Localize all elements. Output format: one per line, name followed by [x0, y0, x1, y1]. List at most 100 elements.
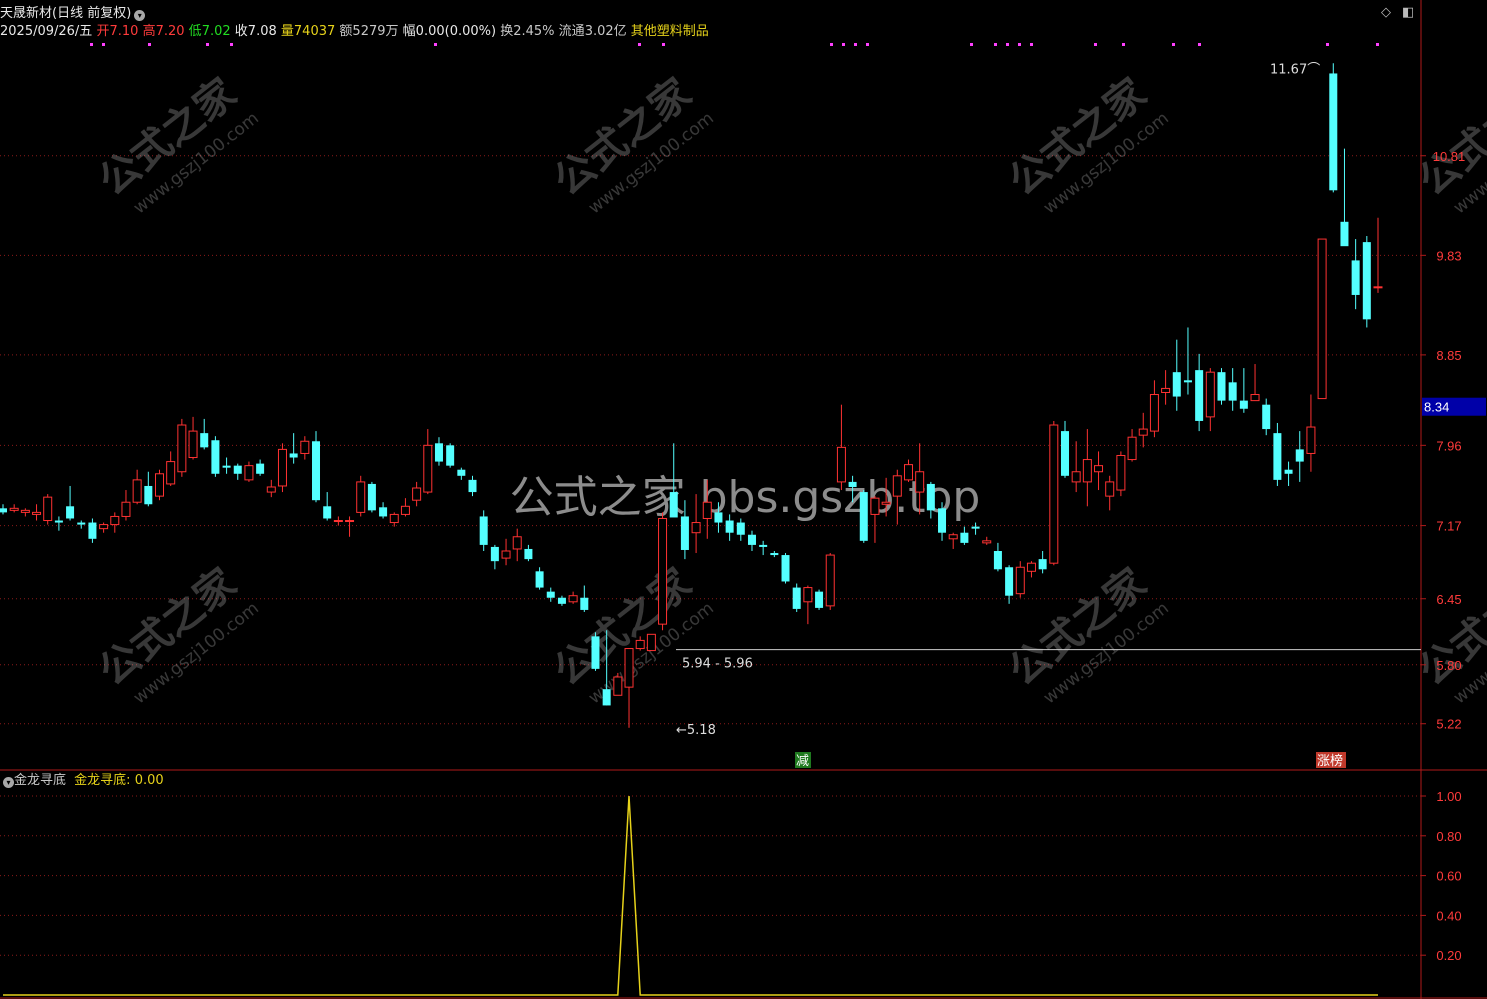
candle-body-up: [1015, 566, 1025, 595]
candle-body-down: [714, 512, 723, 523]
signal-dot: [102, 43, 105, 46]
indicator-tick-label: 0.40: [1436, 908, 1461, 923]
candle-body-up: [9, 507, 19, 511]
candle-body-up: [825, 554, 835, 607]
current-price-label: 8.34: [1424, 400, 1449, 415]
candle-body-down: [669, 492, 678, 518]
candle-body-up: [646, 633, 656, 652]
candle-body-down: [815, 591, 824, 608]
candle-body-down: [1005, 567, 1014, 596]
signal-dot: [90, 43, 93, 46]
candle-body-up: [1127, 436, 1137, 461]
price-tick-label: 8.85: [1436, 348, 1461, 363]
candle-body-down: [1351, 260, 1360, 295]
candle-body-down: [770, 553, 779, 556]
candle-body-up: [1026, 562, 1036, 572]
candle-body-up: [1071, 471, 1081, 483]
watermark: 公式之家www.gszj100.com: [91, 560, 263, 708]
watermark: 公式之家www.gszj100.com: [1411, 70, 1487, 218]
candle-body-up: [412, 487, 422, 501]
candle-body-down: [1295, 449, 1304, 462]
indicator-tick-label: 0.80: [1436, 829, 1461, 844]
candle-body-down: [1262, 404, 1271, 430]
candle-body-up: [1317, 238, 1327, 400]
candle-body-down: [859, 492, 868, 541]
candle-body-up: [892, 475, 902, 497]
price-tick-label: 5.22: [1436, 717, 1461, 732]
candle-body-up: [1373, 286, 1383, 289]
signal-dot: [230, 43, 233, 46]
candle-body-up: [1082, 459, 1092, 483]
signal-dot: [1376, 43, 1379, 46]
candle-body-up: [110, 515, 120, 526]
signal-dot: [1122, 43, 1125, 46]
candle-body-up: [870, 497, 880, 515]
candle-body-down: [1038, 559, 1047, 570]
candle-body-up: [501, 550, 511, 559]
signal-dot: [994, 43, 997, 46]
candle-body-down: [591, 636, 600, 669]
candle-body-down: [233, 465, 242, 474]
candle-body-up: [1105, 481, 1115, 497]
candle-body-down: [1329, 73, 1338, 191]
candle-body-down: [1183, 380, 1192, 383]
signal-dot: [1030, 43, 1033, 46]
candle-body-down: [1217, 372, 1226, 401]
range-label: 5.94 - 5.96: [682, 657, 753, 672]
signal-dot: [1172, 43, 1175, 46]
candle-body-up: [356, 481, 366, 513]
candle-body-up: [277, 448, 287, 487]
candle-body-down: [77, 522, 86, 525]
candle-body-down: [1060, 431, 1069, 476]
candle-body-up: [177, 424, 187, 473]
candle-body-down: [1273, 433, 1282, 480]
price-tick-label: 5.80: [1436, 658, 1461, 673]
candle-body-up: [658, 517, 668, 625]
candle-body-up: [43, 496, 53, 522]
signal-dot: [970, 43, 973, 46]
candle-body-down: [938, 508, 947, 533]
candle-body-up: [99, 524, 109, 530]
indicator-line: [3, 795, 1378, 996]
candle-body-up: [155, 473, 165, 497]
candle-body-down: [1195, 370, 1204, 421]
candle-body-up: [188, 430, 198, 459]
candle-body-down: [971, 526, 980, 529]
min-price-label: ←5.18: [676, 723, 716, 738]
candle-body-down: [792, 587, 801, 609]
candle-body-down: [457, 469, 466, 476]
signal-dot: [1326, 43, 1329, 46]
candle-body-up: [1116, 454, 1126, 491]
candle-body-down: [926, 483, 935, 511]
candle-body-up: [300, 440, 310, 454]
candle-body-down: [602, 689, 611, 706]
candle-body-down: [66, 506, 75, 519]
candle-body-up: [803, 587, 813, 603]
candle-body-up: [132, 479, 142, 503]
candle-body-up: [345, 520, 355, 523]
price-tick-label: 6.45: [1436, 592, 1461, 607]
candle-body-down: [960, 532, 969, 543]
candle-body-up: [635, 639, 645, 650]
candle-body-up: [121, 501, 131, 517]
candle-body-up: [1306, 426, 1316, 454]
candle-body-up: [903, 464, 913, 481]
candle-body-up: [568, 595, 578, 603]
watermark: 公式之家www.gszj100.com: [1001, 70, 1173, 218]
candle-body-down: [747, 534, 756, 545]
candle-body-up: [613, 676, 623, 696]
candle-body-up: [982, 540, 992, 544]
signal-dot: [830, 43, 833, 46]
candle-body-down: [759, 544, 768, 547]
candle-body-down: [848, 481, 857, 487]
chart-canvas[interactable]: 公式之家www.gszj100.com 公式之家www.gszj100.com 公式…: [0, 0, 1487, 999]
candle-body-up: [389, 513, 399, 524]
candle-body-down: [479, 516, 488, 545]
signal-dot: [1006, 43, 1009, 46]
candle-body-down: [434, 443, 443, 462]
candle-body-down: [1172, 372, 1181, 397]
signal-dot: [148, 43, 151, 46]
candle-body-down: [0, 508, 7, 513]
candle-body-down: [524, 548, 533, 560]
candle-body-up: [1094, 465, 1104, 473]
